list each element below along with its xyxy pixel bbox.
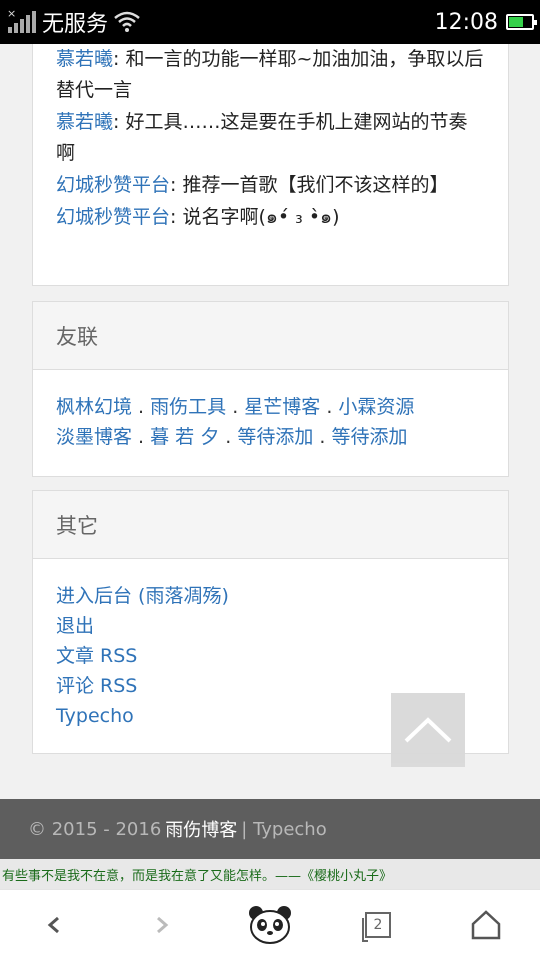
comment-item: 慕若曦: 和一言的功能一样耶~加油加油，争取以后替代一言: [56, 44, 486, 106]
forward-button[interactable]: [132, 895, 192, 955]
signal-icon: ×: [7, 7, 36, 33]
comment-item: 幻城秒赞平台: 说名字啊(๑•́ ₃ •̀๑): [56, 202, 486, 233]
copyright-text: © 2015 - 2016: [28, 818, 162, 840]
site-footer: © 2015 - 2016 雨伤博客 | Typecho: [0, 799, 540, 859]
friend-link[interactable]: 小霖资源: [338, 396, 414, 418]
page-content[interactable]: 慕若曦: 和一言的功能一样耶~加油加油，争取以后替代一言 慕若曦: 好工具……这…: [0, 44, 540, 889]
friend-link[interactable]: 等待添加: [332, 426, 408, 448]
site-name-link[interactable]: 雨伤博客: [165, 816, 237, 842]
comment-text: : 推荐一首歌【我们不该这样的】: [170, 174, 449, 196]
back-button[interactable]: [24, 895, 84, 955]
comment-item: 幻城秒赞平台: 推荐一首歌【我们不该这样的】: [56, 170, 486, 201]
separator: .: [226, 396, 245, 418]
chevron-left-icon: [47, 916, 59, 934]
comment-text: : 说名字啊(๑•́ ₃ •̀๑): [170, 206, 340, 228]
quote-text: 有些事不是我不在意，而是我在意了又能怎样。——《樱桃小丸子》: [2, 868, 393, 884]
tabs-button[interactable]: 2: [348, 895, 408, 955]
separator: .: [219, 426, 238, 448]
browser-nav-bar: 2: [0, 889, 540, 960]
friend-link[interactable]: 等待添加: [237, 426, 313, 448]
comment-author-link[interactable]: 慕若曦: [56, 48, 113, 70]
friend-links-panel: 友联 枫林幻境 . 雨伤工具 . 星芒博客 . 小霖资源 淡墨博客 . 暮 若 …: [32, 301, 509, 477]
friend-link[interactable]: 星芒博客: [244, 396, 320, 418]
comment-author-link[interactable]: 幻城秒赞平台: [56, 174, 170, 196]
status-bar: × 无服务 12:08: [0, 0, 540, 44]
separator: .: [132, 396, 151, 418]
panel-title: 友联: [33, 302, 508, 370]
quote-marquee: 有些事不是我不在意，而是我在意了又能怎样。——《樱桃小丸子》: [0, 859, 540, 889]
battery-fill: [509, 17, 524, 27]
friend-links-body: 枫林幻境 . 雨伤工具 . 星芒博客 . 小霖资源 淡墨博客 . 暮 若 夕 .…: [33, 370, 508, 474]
panel-title: 其它: [33, 491, 508, 559]
menu-button[interactable]: [240, 895, 300, 955]
comment-author-link[interactable]: 慕若曦: [56, 111, 113, 133]
clock: 12:08: [434, 9, 498, 35]
home-button[interactable]: [456, 895, 516, 955]
back-to-top-button[interactable]: [391, 693, 465, 767]
carrier-label: 无服务: [42, 12, 109, 37]
chevron-right-icon: [157, 916, 169, 934]
recent-comments-panel: 慕若曦: 和一言的功能一样耶~加油加油，争取以后替代一言 慕若曦: 好工具……这…: [32, 44, 509, 286]
friend-link[interactable]: 雨伤工具: [150, 396, 226, 418]
comment-author-link[interactable]: 幻城秒赞平台: [56, 206, 170, 228]
logout-link[interactable]: 退出: [56, 611, 485, 641]
wifi-icon: [114, 11, 140, 32]
battery-icon: [506, 14, 537, 30]
posts-rss-link[interactable]: 文章 RSS: [56, 641, 485, 671]
comment-text: : 和一言的功能一样耶~加油加油，争取以后替代一言: [56, 48, 484, 101]
chevron-up-icon: [404, 717, 452, 743]
separator: .: [313, 426, 332, 448]
tabs-icon: 2: [362, 912, 391, 942]
powered-by-link[interactable]: | Typecho: [241, 819, 326, 840]
separator: .: [320, 396, 339, 418]
separator: .: [132, 426, 151, 448]
friend-link[interactable]: 淡墨博客: [56, 426, 132, 448]
home-icon: [471, 910, 501, 940]
friend-link[interactable]: 枫林幻境: [56, 396, 132, 418]
admin-link[interactable]: 进入后台 (雨落凋殇): [56, 581, 485, 611]
comment-item: 慕若曦: 好工具……这是要在手机上建网站的节奏啊: [56, 107, 486, 169]
panda-icon: [249, 906, 291, 944]
tab-count: 2: [373, 917, 383, 933]
comment-text: : 好工具……这是要在手机上建网站的节奏啊: [56, 111, 468, 164]
friend-link[interactable]: 暮 若 夕: [150, 426, 219, 448]
